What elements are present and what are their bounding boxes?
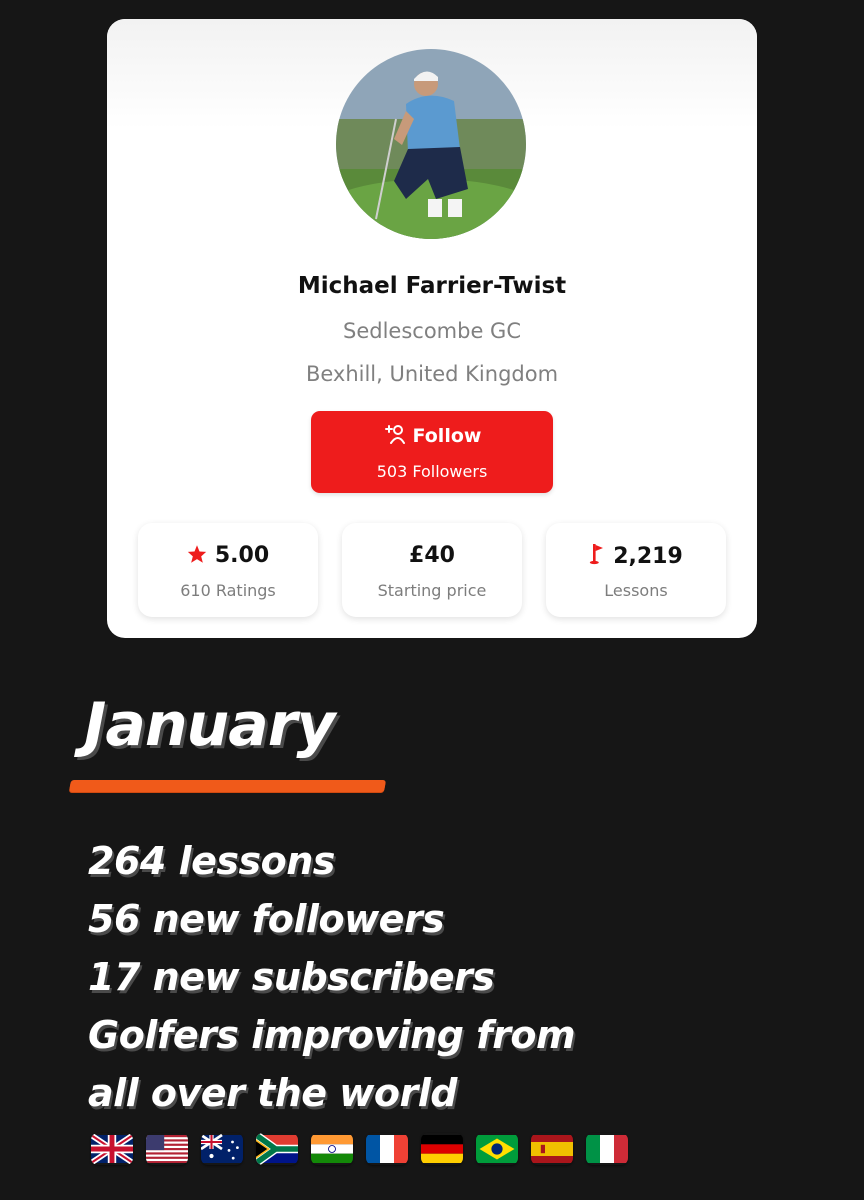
follow-label: Follow <box>412 425 482 447</box>
summary-line-world: all over the world <box>88 1071 457 1115</box>
summary-line-lessons: 264 lessons <box>88 839 335 883</box>
south-africa-flag-icon <box>256 1133 298 1165</box>
club-name: Sedlescombe GC <box>343 319 521 343</box>
price-stat[interactable]: £40 Starting price <box>342 523 522 617</box>
golf-flag-icon <box>590 544 604 565</box>
month-heading: January <box>84 690 335 760</box>
lessons-stat[interactable]: 2,219 Lessons <box>546 523 726 617</box>
uk-flag-icon <box>91 1133 133 1165</box>
lessons-label: Lessons <box>604 581 668 600</box>
summary-line-subscribers: 17 new subscribers <box>88 955 495 999</box>
coach-profile-card: Michael Farrier-Twist Sedlescombe GC Bex… <box>107 19 757 638</box>
country-flags <box>91 1133 628 1169</box>
ratings-stat[interactable]: 5.00 610 Ratings <box>138 523 318 617</box>
india-flag-icon <box>311 1133 353 1165</box>
summary-line-followers: 56 new followers <box>88 897 445 941</box>
france-flag-icon <box>366 1133 408 1165</box>
brazil-flag-icon <box>476 1133 518 1165</box>
star-icon <box>187 545 207 563</box>
monthly-stats-list: 264 lessons 56 new followers 17 new subs… <box>88 832 576 1122</box>
rating-value: 5.00 <box>214 543 270 568</box>
usa-flag-icon <box>146 1133 188 1165</box>
price-label: Starting price <box>377 581 487 600</box>
avatar[interactable] <box>336 49 526 239</box>
add-user-icon <box>384 425 405 444</box>
coach-name: Michael Farrier-Twist <box>297 273 567 299</box>
lessons-value: 2,219 <box>613 544 683 569</box>
italy-flag-icon <box>586 1133 628 1165</box>
spain-flag-icon <box>531 1133 573 1165</box>
follow-button[interactable]: Follow 503 Followers <box>311 411 553 493</box>
month-underline <box>68 780 387 792</box>
germany-flag-icon <box>421 1133 463 1165</box>
ratings-count: 610 Ratings <box>180 581 276 600</box>
followers-count: 503 Followers <box>376 462 488 481</box>
australia-flag-icon <box>201 1133 243 1165</box>
summary-line-golfers: Golfers improving from <box>88 1013 576 1057</box>
price-value: £40 <box>409 543 455 568</box>
location-text: Bexhill, United Kingdom <box>305 362 559 386</box>
